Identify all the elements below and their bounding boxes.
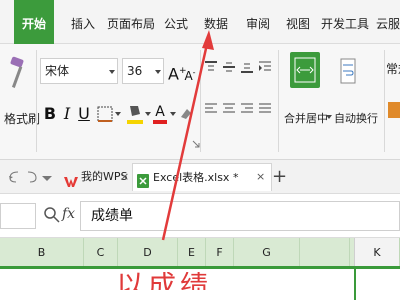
shrink-font-letter: A (184, 69, 193, 83)
align-middle-icon[interactable] (222, 60, 236, 74)
formula-input[interactable]: 成绩单 (80, 201, 400, 231)
column-header[interactable]: F (206, 238, 234, 266)
wrap-text-label[interactable]: 自动换行 (334, 110, 378, 126)
tab-home[interactable]: 开始 (14, 0, 54, 44)
font-name-value: 宋体 (45, 64, 70, 78)
tab-excel-file-label: Excel表格.xlsx * (153, 171, 239, 184)
align-left-icon[interactable] (204, 102, 218, 116)
document-tabs-bar: 我的WPS × Excel表格.xlsx * × + (0, 160, 400, 194)
font-size-dropdown-icon[interactable] (155, 70, 161, 74)
ribbon-home: 格式刷 宋体 36 A+ A- B I U A 合并居中 自动换行 常 (0, 44, 400, 160)
tab-review[interactable]: 审阅 (240, 0, 276, 44)
spreadsheet-file-icon (137, 171, 149, 188)
merge-center-label[interactable]: 合并居中 (284, 110, 328, 126)
font-settings-launcher-icon[interactable] (192, 140, 200, 148)
forward-icon[interactable] (26, 170, 38, 184)
font-name-select[interactable]: 宋体 (40, 58, 118, 84)
column-header[interactable]: D (118, 238, 178, 266)
wrap-text-icon[interactable] (340, 54, 356, 88)
selection-border (354, 269, 356, 300)
align-right-icon[interactable] (240, 102, 254, 116)
currency-icon[interactable] (388, 100, 400, 120)
tab-data[interactable]: 数据 (198, 0, 234, 44)
align-center-icon[interactable] (222, 102, 236, 116)
tab-page-layout[interactable]: 页面布局 (104, 0, 158, 44)
grow-font-button[interactable]: A+ (168, 59, 187, 84)
font-color-icon[interactable]: A (152, 102, 168, 126)
column-header[interactable]: G (234, 238, 300, 266)
merge-center-icon[interactable] (290, 52, 320, 88)
wps-logo-icon (64, 171, 78, 187)
column-header[interactable]: E (178, 238, 206, 266)
justify-icon[interactable] (258, 102, 272, 116)
tab-excel-file[interactable]: Excel表格.xlsx * (132, 163, 272, 191)
divider (36, 50, 37, 152)
menu-bar: 开始 插入 页面布局 公式 数据 审阅 视图 开发工具 云服务 (0, 0, 400, 44)
tab-my-wps[interactable]: 我的WPS (60, 163, 128, 191)
new-tab-button[interactable]: + (272, 163, 287, 191)
tab-formulas[interactable]: 公式 (158, 0, 194, 44)
formula-bar: fx 成绩单 (0, 194, 400, 238)
bold-button[interactable]: B (42, 102, 58, 126)
grow-font-letter: A (168, 64, 179, 84)
divider (200, 50, 201, 152)
shrink-font-button[interactable]: A- (184, 61, 196, 85)
format-painter-icon[interactable] (8, 56, 28, 96)
format-painter-label[interactable]: 格式刷 (4, 110, 40, 127)
border-dropdown-icon[interactable] (115, 112, 121, 116)
tab-developer[interactable]: 开发工具 (316, 0, 374, 44)
border-icon[interactable] (96, 104, 114, 124)
close-active-tab-icon[interactable]: × (256, 163, 268, 191)
column-header[interactable] (300, 238, 350, 266)
tab-cloud-service[interactable]: 云服务 (372, 0, 400, 44)
font-color-dropdown-icon[interactable] (170, 112, 176, 116)
font-size-value: 36 (127, 64, 143, 78)
tab-insert[interactable]: 插入 (66, 0, 100, 44)
align-bottom-icon[interactable] (240, 60, 254, 74)
column-header[interactable]: C (84, 238, 118, 266)
wps-spreadsheet-window: 开始 插入 页面布局 公式 数据 审阅 视图 开发工具 云服务 格式刷 宋体 3… (0, 0, 400, 300)
fill-color-dropdown-icon[interactable] (145, 112, 151, 116)
underline-button[interactable]: U (76, 102, 92, 126)
column-header[interactable]: B (0, 238, 84, 266)
font-color-letter: A (155, 104, 165, 120)
merge-center-dropdown-icon[interactable] (326, 115, 332, 119)
divider (384, 50, 385, 152)
insert-function-fx[interactable]: fx (62, 206, 75, 222)
font-name-dropdown-icon[interactable] (109, 70, 115, 74)
divider (278, 50, 279, 152)
name-box[interactable] (0, 203, 36, 229)
tabs-dropdown-icon[interactable] (42, 176, 52, 182)
indent-icon[interactable] (258, 60, 272, 74)
tab-view[interactable]: 视图 (280, 0, 316, 44)
clear-format-icon[interactable] (178, 104, 194, 122)
close-tab-icon[interactable]: × (120, 163, 132, 191)
align-top-icon[interactable] (204, 60, 218, 74)
column-header-row: B C D E F G K (0, 238, 400, 269)
number-format-select[interactable]: 常规 (386, 60, 400, 77)
italic-button[interactable]: I (60, 102, 74, 126)
column-header[interactable]: K (354, 238, 400, 266)
back-icon[interactable] (8, 170, 20, 184)
zoom-search-icon[interactable] (44, 207, 60, 223)
fill-color-icon[interactable] (126, 102, 144, 126)
